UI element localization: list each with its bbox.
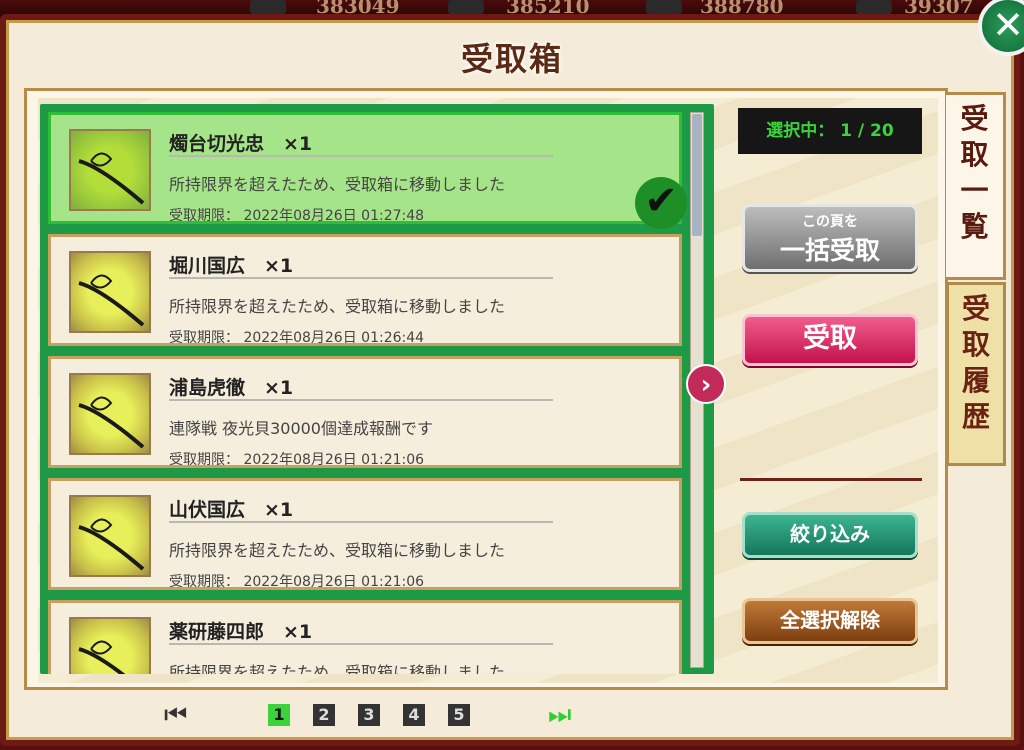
item-expiry: 受取期限： 2022年08月26日 01:21:06 xyxy=(169,452,425,468)
page-button-1[interactable]: 1 xyxy=(268,704,290,726)
item-name: 燭台切光忠 ×1 xyxy=(169,133,313,155)
side-divider xyxy=(740,478,922,481)
item-name: 堀川国広 ×1 xyxy=(169,255,294,277)
page-button-3[interactable]: 3 xyxy=(358,704,380,726)
item-description: 連隊戦 夜光貝30000個達成報酬です xyxy=(169,419,433,438)
sword-thumbnail xyxy=(69,495,151,577)
item-expiry: 受取期限： 2022年08月26日 01:21:06 xyxy=(169,574,425,590)
item-expiry: 受取期限： 2022年08月26日 01:27:48 xyxy=(169,208,425,224)
sword-thumbnail xyxy=(69,251,151,333)
check-icon: ✔ xyxy=(635,177,687,229)
sword-icon xyxy=(78,152,145,205)
page-title: 受取箱 xyxy=(460,40,563,78)
item-name: 山伏国広 ×1 xyxy=(169,499,294,521)
selection-count: 選択中： 1 / 20 xyxy=(738,108,922,154)
list-item[interactable]: 燭台切光忠 ×1 所持限界を超えたため、受取箱に移動しました 受取期限： 202… xyxy=(48,112,687,229)
tab-receive-list-label: 受取一覧 xyxy=(960,102,989,243)
divider xyxy=(169,277,553,279)
first-page-icon[interactable]: ⏮ xyxy=(164,700,192,730)
tab-receive-history-label: 受取履歴 xyxy=(962,292,991,433)
divider xyxy=(169,155,553,157)
item-list[interactable]: 燭台切光忠 ×1 所持限界を超えたため、受取箱に移動しました 受取期限： 202… xyxy=(40,104,714,674)
scrollbar-thumb[interactable] xyxy=(692,114,702,236)
list-item[interactable]: 薬研藤四郎 ×1 所持限界を超えたため、受取箱に移動しました xyxy=(48,600,682,674)
list-item[interactable]: 堀川国広 ×1 所持限界を超えたため、受取箱に移動しました 受取期限： 2022… xyxy=(48,234,682,346)
chevron-right-icon[interactable]: › xyxy=(686,364,726,404)
item-expiry: 受取期限： 2022年08月26日 01:26:44 xyxy=(169,330,425,346)
filter-button[interactable]: 絞り込み xyxy=(742,512,918,558)
resource-icon xyxy=(448,0,484,14)
bulk-receive-button[interactable]: この頁を 一括受取 xyxy=(742,204,918,272)
item-description: 所持限界を超えたため、受取箱に移動しました xyxy=(169,297,506,316)
page-button-5[interactable]: 5 xyxy=(448,704,470,726)
sword-icon xyxy=(78,518,145,571)
item-name: 浦島虎徹 ×1 xyxy=(169,377,294,399)
page-button-2[interactable]: 2 xyxy=(313,704,335,726)
tab-receive-list[interactable]: 受取一覧 xyxy=(946,92,1006,280)
item-description: 所持限界を超えたため、受取箱に移動しました xyxy=(169,663,506,674)
bulk-receive-subtitle: この頁を xyxy=(802,214,858,230)
resource-icon xyxy=(856,0,892,14)
sword-thumbnail xyxy=(69,129,151,211)
tab-receive-history[interactable]: 受取履歴 xyxy=(946,282,1006,466)
item-description: 所持限界を超えたため、受取箱に移動しました xyxy=(169,541,506,560)
sword-thumbnail xyxy=(69,617,151,674)
list-item[interactable]: 浦島虎徹 ×1 連隊戦 夜光貝30000個達成報酬です 受取期限： 2022年0… xyxy=(48,356,682,468)
last-page-icon[interactable]: ⏭ xyxy=(548,700,576,730)
resource-icon xyxy=(646,0,682,14)
divider xyxy=(169,521,553,523)
divider xyxy=(169,399,553,401)
page-button-4[interactable]: 4 xyxy=(403,704,425,726)
item-description: 所持限界を超えたため、受取箱に移動しました xyxy=(169,175,506,194)
sword-icon xyxy=(78,274,145,327)
bulk-receive-label: 一括受取 xyxy=(779,236,880,265)
sword-icon xyxy=(78,396,145,449)
divider xyxy=(169,643,553,645)
list-item[interactable]: 山伏国広 ×1 所持限界を超えたため、受取箱に移動しました 受取期限： 2022… xyxy=(48,478,682,590)
receive-button[interactable]: 受取 xyxy=(742,314,918,366)
deselect-all-button[interactable]: 全選択解除 xyxy=(742,598,918,644)
sword-thumbnail xyxy=(69,373,151,455)
item-name: 薬研藤四郎 ×1 xyxy=(169,621,313,643)
sword-icon xyxy=(78,640,126,674)
resource-icon xyxy=(250,0,286,14)
